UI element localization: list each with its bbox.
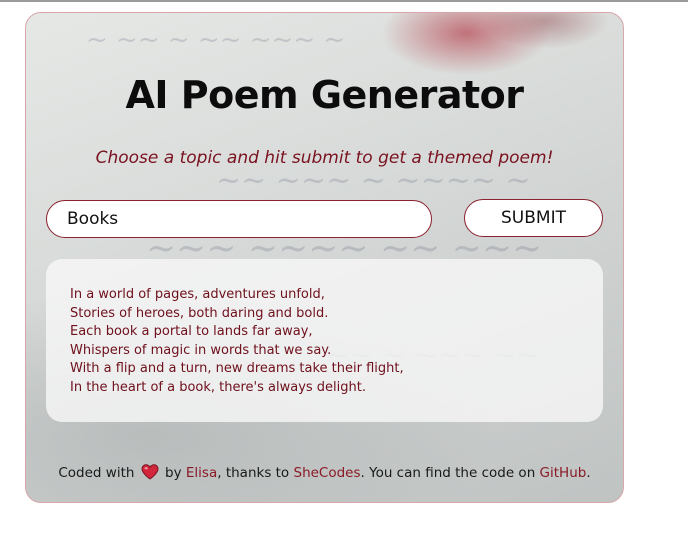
github-link[interactable]: GitHub xyxy=(540,465,587,481)
top-divider xyxy=(0,0,688,2)
footer-by-text: by xyxy=(165,465,182,481)
poem-line: Stories of heroes, both daring and bold. xyxy=(70,305,329,321)
page-subtitle: Choose a topic and hit submit to get a t… xyxy=(95,148,554,168)
footer-credits: Coded with by Elisa, thanks to SheCodes.… xyxy=(26,464,623,481)
footer-code-text: . You can find the code on xyxy=(360,465,536,481)
footer-suffix: . xyxy=(586,465,591,481)
heart-icon xyxy=(141,464,159,480)
submit-button[interactable]: SUBMIT xyxy=(464,199,603,237)
poem-generator-card: ~ ~~ ~ ~~ ~~~ ~ ~~ ~~~ ~ ~~~~ ~ ~~~ ~~~~… xyxy=(25,12,624,503)
background-decoration: ~ ~~ ~ ~~ ~~~ ~ xyxy=(86,25,346,55)
poem-output-box: In a world of pages, adventures unfold, … xyxy=(46,259,603,422)
poem-line: In the heart of a book, there's always d… xyxy=(70,379,367,395)
footer-thanks-text: , thanks to xyxy=(217,465,290,481)
poem-line: Each book a portal to lands far away, xyxy=(70,324,313,339)
page-title: AI Poem Generator xyxy=(125,73,524,117)
poem-line: In a world of pages, adventures unfold, xyxy=(70,287,325,302)
poem-line: With a flip and a turn, new dreams take … xyxy=(70,361,404,376)
poem-line: Whispers of magic in words that we say. xyxy=(70,342,332,358)
poem-text: In a world of pages, adventures unfold, … xyxy=(70,286,404,397)
author-link[interactable]: Elisa xyxy=(186,465,217,481)
footer-prefix: Coded with xyxy=(58,465,135,481)
background-decoration: ~~ ~~~ ~ ~~~~ ~ xyxy=(216,163,531,198)
topic-input[interactable] xyxy=(46,200,432,238)
shecodes-link[interactable]: SheCodes xyxy=(294,465,361,481)
